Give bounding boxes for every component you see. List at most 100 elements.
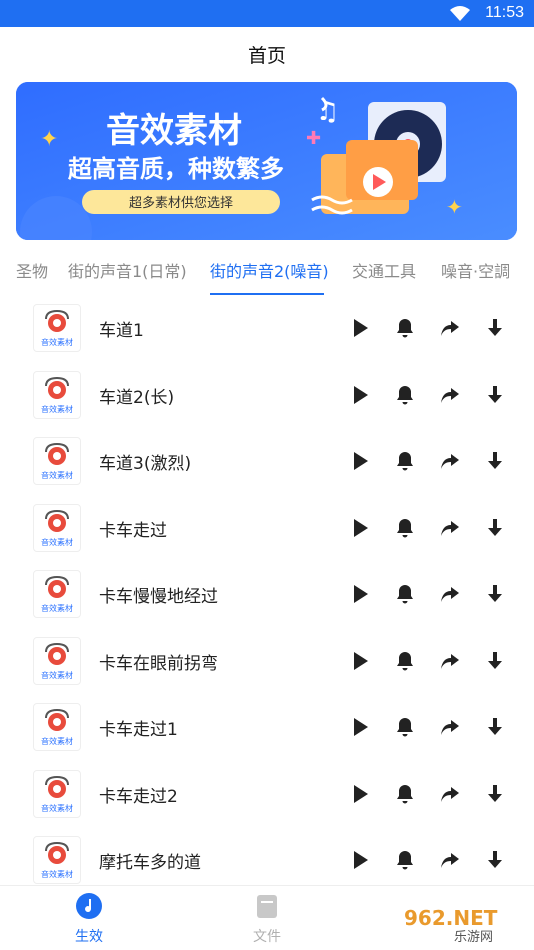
list-item[interactable]: 音效素材 卡车慢慢地经过 [0, 562, 534, 629]
svg-text:962.NET: 962.NET [404, 906, 498, 930]
list-item[interactable]: 音效素材 车道2(长) [0, 363, 534, 430]
bell-icon[interactable] [393, 316, 417, 340]
bell-icon[interactable] [393, 516, 417, 540]
download-icon[interactable] [483, 383, 507, 407]
list-item[interactable]: 音效素材 车道3(激烈) [0, 429, 534, 496]
download-icon[interactable] [483, 649, 507, 673]
banner-title: 音效素材 [106, 111, 242, 151]
download-icon[interactable] [483, 516, 507, 540]
sound-thumbnail: 音效素材 [33, 769, 81, 818]
tab-street-noise[interactable]: 街的声音2(噪音) [210, 258, 329, 282]
status-time: 11:53 [485, 4, 524, 21]
nav-effects[interactable]: 生效 [59, 892, 119, 946]
list-item[interactable]: 音效素材 车道1 [0, 296, 534, 363]
promo-banner[interactable]: 音效素材 超高音质，种数繁多 超多素材供您选择 ♫ ✦ ✦ ✚ [16, 82, 517, 240]
sound-thumbnail: 音效素材 [33, 636, 81, 685]
sound-title: 卡车在眼前拐弯 [99, 653, 218, 674]
tab-transport[interactable]: 交通工具 [352, 258, 416, 282]
list-item[interactable]: 音效素材 卡车走过1 [0, 695, 534, 762]
file-icon [257, 895, 277, 918]
wifi-icon [450, 6, 470, 21]
play-icon[interactable] [348, 649, 372, 673]
svg-text:音效素材: 音效素材 [41, 537, 73, 547]
bell-icon[interactable] [393, 582, 417, 606]
svg-text:♫: ♫ [316, 97, 339, 127]
play-icon[interactable] [348, 516, 372, 540]
download-icon[interactable] [483, 449, 507, 473]
sound-title: 卡车走过 [99, 520, 167, 541]
share-icon[interactable] [438, 715, 462, 739]
svg-text:✚: ✚ [306, 128, 321, 149]
download-icon[interactable] [483, 582, 507, 606]
download-icon[interactable] [483, 848, 507, 872]
active-tab-indicator [210, 293, 324, 295]
svg-text:音效素材: 音效素材 [41, 803, 73, 813]
bell-icon[interactable] [393, 383, 417, 407]
sound-thumbnail: 音效素材 [33, 703, 81, 751]
sound-list: 音效素材 车道1 音效素材 车道2(长) 音效素材 车道3(激烈) 音效素材 卡车走过 音效素材… [0, 296, 534, 895]
site-watermark-logo: 962.NET 乐游网 [394, 903, 528, 945]
nav-files[interactable]: 文件 [237, 892, 297, 946]
banner-subtitle: 超高音质，种数繁多 [68, 155, 284, 183]
bell-icon[interactable] [393, 449, 417, 473]
svg-text:✦: ✦ [40, 127, 58, 152]
list-item[interactable]: 音效素材 卡车在眼前拐弯 [0, 629, 534, 696]
play-icon[interactable] [348, 449, 372, 473]
svg-text:音效素材: 音效素材 [41, 603, 73, 613]
sound-title: 车道1 [99, 321, 144, 341]
sound-title: 车道2(长) [99, 387, 175, 408]
play-icon[interactable] [348, 316, 372, 340]
download-icon[interactable] [483, 782, 507, 806]
share-icon[interactable] [438, 782, 462, 806]
sound-title: 车道3(激烈) [99, 454, 192, 474]
download-icon[interactable] [483, 715, 507, 739]
sound-thumbnail: 音效素材 [33, 503, 81, 552]
share-icon[interactable] [438, 848, 462, 872]
sound-thumbnail: 音效素材 [33, 437, 81, 485]
share-icon[interactable] [438, 316, 462, 340]
play-icon[interactable] [348, 715, 372, 739]
share-icon[interactable] [438, 449, 462, 473]
svg-text:✦: ✦ [446, 195, 463, 219]
bell-icon[interactable] [393, 715, 417, 739]
share-icon[interactable] [438, 649, 462, 673]
sound-thumbnail: 音效素材 [33, 570, 81, 618]
sound-title: 卡车慢慢地经过 [99, 587, 218, 607]
sound-thumbnail: 音效素材 [33, 370, 81, 419]
sound-title: 摩托车多的道 [99, 853, 201, 873]
banner-pill: 超多素材供您选择 [129, 195, 233, 211]
sound-thumbnail: 音效素材 [33, 836, 81, 884]
page-title: 首页 [247, 45, 286, 67]
tab-street-daily[interactable]: 街的声音1(日常) [68, 258, 187, 282]
download-icon[interactable] [483, 316, 507, 340]
share-icon[interactable] [438, 383, 462, 407]
play-icon[interactable] [348, 582, 372, 606]
sound-title: 卡车走过1 [99, 720, 178, 740]
list-item[interactable]: 音效素材 卡车走过 [0, 496, 534, 563]
svg-text:音效素材: 音效素材 [41, 337, 73, 347]
svg-text:音效素材: 音效素材 [41, 404, 73, 414]
music-disc-icon [76, 893, 102, 919]
play-icon[interactable] [348, 782, 372, 806]
svg-text:音效素材: 音效素材 [41, 470, 73, 480]
svg-text:音效素材: 音效素材 [41, 670, 73, 680]
sound-thumbnail: 音效素材 [33, 304, 81, 352]
share-icon[interactable] [438, 516, 462, 540]
svg-text:音效素材: 音效素材 [41, 869, 73, 879]
sound-title: 卡车走过2 [99, 786, 178, 807]
play-icon[interactable] [348, 848, 372, 872]
tab-noise-ac[interactable]: 噪音·空調 [441, 258, 510, 282]
tab-shengwu[interactable]: 圣物 [16, 258, 48, 282]
svg-text:乐游网: 乐游网 [454, 930, 493, 945]
list-item[interactable]: 音效素材 卡车走过2 [0, 762, 534, 829]
bell-icon[interactable] [393, 649, 417, 673]
nav-files-label: 文件 [253, 929, 281, 945]
category-tabs: 圣物 街的声音1(日常) 街的声音2(噪音) 交通工具 噪音·空調 [0, 252, 534, 296]
bell-icon[interactable] [393, 848, 417, 872]
nav-effects-label: 生效 [75, 929, 103, 945]
status-bar: 11:53 [0, 0, 534, 27]
share-icon[interactable] [438, 582, 462, 606]
svg-text:音效素材: 音效素材 [41, 736, 73, 746]
bell-icon[interactable] [393, 782, 417, 806]
play-icon[interactable] [348, 383, 372, 407]
